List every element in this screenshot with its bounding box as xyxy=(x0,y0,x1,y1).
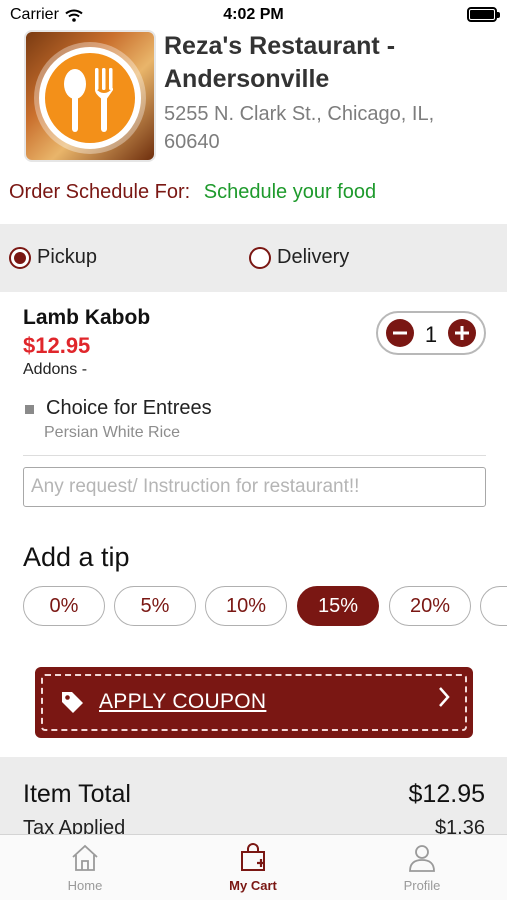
cart-item-price: $12.95 xyxy=(23,333,91,358)
home-icon xyxy=(72,844,98,871)
battery-icon xyxy=(467,7,500,22)
restaurant-address: 5255 N. Clark St., Chicago, IL, 60640 xyxy=(164,103,435,153)
delivery-label: Delivery xyxy=(277,246,350,268)
schedule-food-link[interactable]: Schedule your food xyxy=(204,181,376,203)
order-schedule-label: Order Schedule For: xyxy=(9,181,191,203)
tip-options: 0% 5% 10% 15% 20% xyxy=(23,586,507,630)
cart-bag-icon xyxy=(241,843,265,871)
item-total-value: $12.95 xyxy=(408,780,485,808)
item-total-label: Item Total xyxy=(23,780,131,808)
tab-home-label: Home xyxy=(67,878,103,893)
status-bar: Carrier 4:02 PM xyxy=(0,0,507,30)
addons-label: Addons - xyxy=(23,361,88,378)
addon-group-name: Choice for Entrees xyxy=(46,397,212,419)
plus-icon xyxy=(455,326,469,340)
pickup-label: Pickup xyxy=(37,246,98,268)
tip-option-20[interactable]: 20% xyxy=(389,586,471,626)
restaurant-instruction-input[interactable] xyxy=(23,467,486,507)
pickup-option[interactable]: Pickup xyxy=(9,246,97,269)
status-time: 4:02 PM xyxy=(223,6,284,23)
tab-my-cart-label: My Cart xyxy=(229,878,277,893)
profile-icon xyxy=(409,845,435,872)
tip-title: Add a tip xyxy=(23,542,130,572)
apply-coupon-label: APPLY COUPON xyxy=(99,690,267,713)
apply-coupon-button[interactable]: APPLY COUPON xyxy=(35,667,473,738)
spoon-fork-icon xyxy=(34,42,146,154)
delivery-option[interactable]: Delivery xyxy=(249,246,349,269)
tab-profile[interactable]: Profile xyxy=(362,843,482,893)
order-schedule-row: Order Schedule For: Schedule your food xyxy=(9,181,376,204)
restaurant-name: Reza's Restaurant - Andersonville xyxy=(164,32,396,93)
tab-profile-label: Profile xyxy=(403,878,441,893)
delivery-radio[interactable] xyxy=(249,246,271,269)
addon-choice-value: Persian White Rice xyxy=(44,424,181,441)
tab-my-cart[interactable]: My Cart xyxy=(193,843,313,893)
pickup-radio[interactable] xyxy=(9,246,31,269)
chevron-right-icon xyxy=(439,687,450,707)
divider xyxy=(23,455,486,456)
tip-option-15[interactable]: 15% xyxy=(297,586,379,626)
tip-option-more[interactable] xyxy=(480,586,507,626)
order-totals: Item Total $12.95 Tax Applied $1.36 xyxy=(0,757,507,837)
tip-option-0[interactable]: 0% xyxy=(23,586,105,626)
order-type-selector: Pickup Delivery xyxy=(0,224,507,292)
tab-bar: Home My Cart Profile xyxy=(0,834,507,900)
quantity-stepper: 1 xyxy=(376,311,486,355)
tab-home[interactable]: Home xyxy=(25,843,145,893)
tag-icon xyxy=(62,692,83,713)
cart-item-name: Lamb Kabob xyxy=(23,306,151,329)
tip-option-5[interactable]: 5% xyxy=(114,586,196,626)
increase-quantity-button[interactable] xyxy=(448,319,476,347)
restaurant-logo xyxy=(24,30,156,162)
tip-option-10[interactable]: 10% xyxy=(205,586,287,626)
bullet-icon xyxy=(25,405,34,414)
